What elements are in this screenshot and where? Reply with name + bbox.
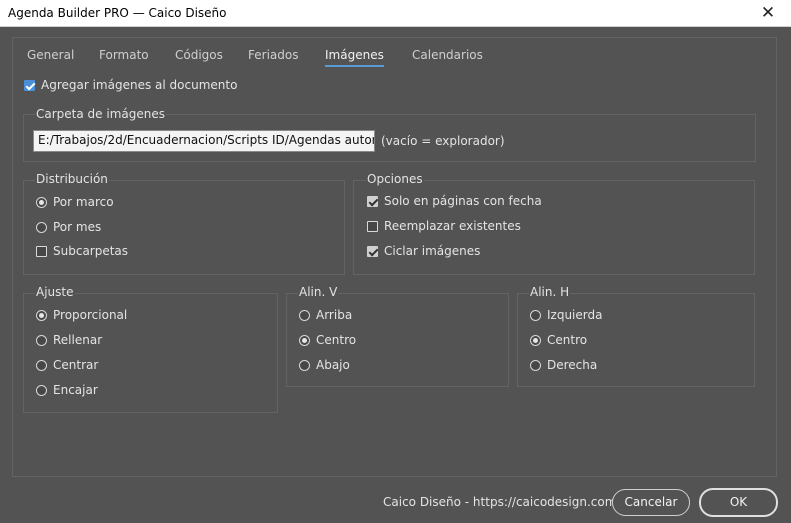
align-v-title: Alin. V [298,285,339,299]
distribution-title: Distribución [35,172,109,186]
replace-existing-checkbox[interactable] [367,221,378,232]
close-icon[interactable]: ✕ [745,0,791,26]
add-images-label: Agregar imágenes al documento [41,78,238,92]
cycle-images-checkbox[interactable] [367,246,378,257]
only-dated-pages-label: Solo en páginas con fecha [384,194,542,208]
tab-formato[interactable]: Formato [99,48,149,65]
tab-imagenes[interactable]: Imágenes [325,48,384,67]
radio-abajo[interactable] [299,360,310,371]
only-dated-pages-checkbox[interactable] [367,196,378,207]
radio-izquierda[interactable] [530,310,541,321]
cancel-button[interactable]: Cancelar [612,489,690,516]
radio-centro-h[interactable] [530,335,541,346]
tab-calendarios[interactable]: Calendarios [412,48,483,65]
radio-encajar[interactable] [36,385,47,396]
folder-hint: (vacío = explorador) [381,134,505,148]
radio-por-mes-label: Por mes [53,220,102,234]
radio-centrar[interactable] [36,360,47,371]
title-bar: Agenda Builder PRO — Caico Diseño ✕ [0,0,791,27]
fit-title: Ajuste [35,285,75,299]
radio-rellenar-label: Rellenar [53,333,103,347]
window-title: Agenda Builder PRO — Caico Diseño [8,6,227,20]
radio-izquierda-label: Izquierda [547,308,603,322]
credit-text: Caico Diseño - https://caicodesign.com [383,495,617,509]
subfolders-label: Subcarpetas [53,244,129,258]
tab-feriados[interactable]: Feriados [248,48,298,65]
radio-proporcional[interactable] [36,310,47,321]
radio-abajo-label: Abajo [316,358,350,372]
radio-por-marco[interactable] [36,197,47,208]
radio-centro-v-label: Centro [316,333,357,347]
radio-por-marco-label: Por marco [53,195,114,209]
options-title: Opciones [366,172,424,186]
radio-derecha-label: Derecha [547,358,598,372]
folder-path-input[interactable]: E:/Trabajos/2d/Encuadernacion/Scripts ID… [33,130,375,152]
radio-por-mes[interactable] [36,222,47,233]
radio-encajar-label: Encajar [53,383,98,397]
replace-existing-label: Reemplazar existentes [384,219,521,233]
radio-arriba[interactable] [299,310,310,321]
tab-general[interactable]: General [27,48,74,65]
radio-arriba-label: Arriba [316,308,353,322]
radio-centro-h-label: Centro [547,333,588,347]
cycle-images-label: Ciclar imágenes [384,244,481,258]
ok-button[interactable]: OK [699,488,778,517]
radio-derecha[interactable] [530,360,541,371]
tab-codigos[interactable]: Códigos [175,48,223,65]
radio-rellenar[interactable] [36,335,47,346]
radio-proporcional-label: Proporcional [53,308,128,322]
radio-centrar-label: Centrar [53,358,99,372]
add-images-checkbox[interactable] [24,80,35,91]
subfolders-checkbox[interactable] [36,246,47,257]
folder-group-title: Carpeta de imágenes [35,107,166,121]
radio-centro-v[interactable] [299,335,310,346]
align-h-title: Alin. H [529,285,571,299]
